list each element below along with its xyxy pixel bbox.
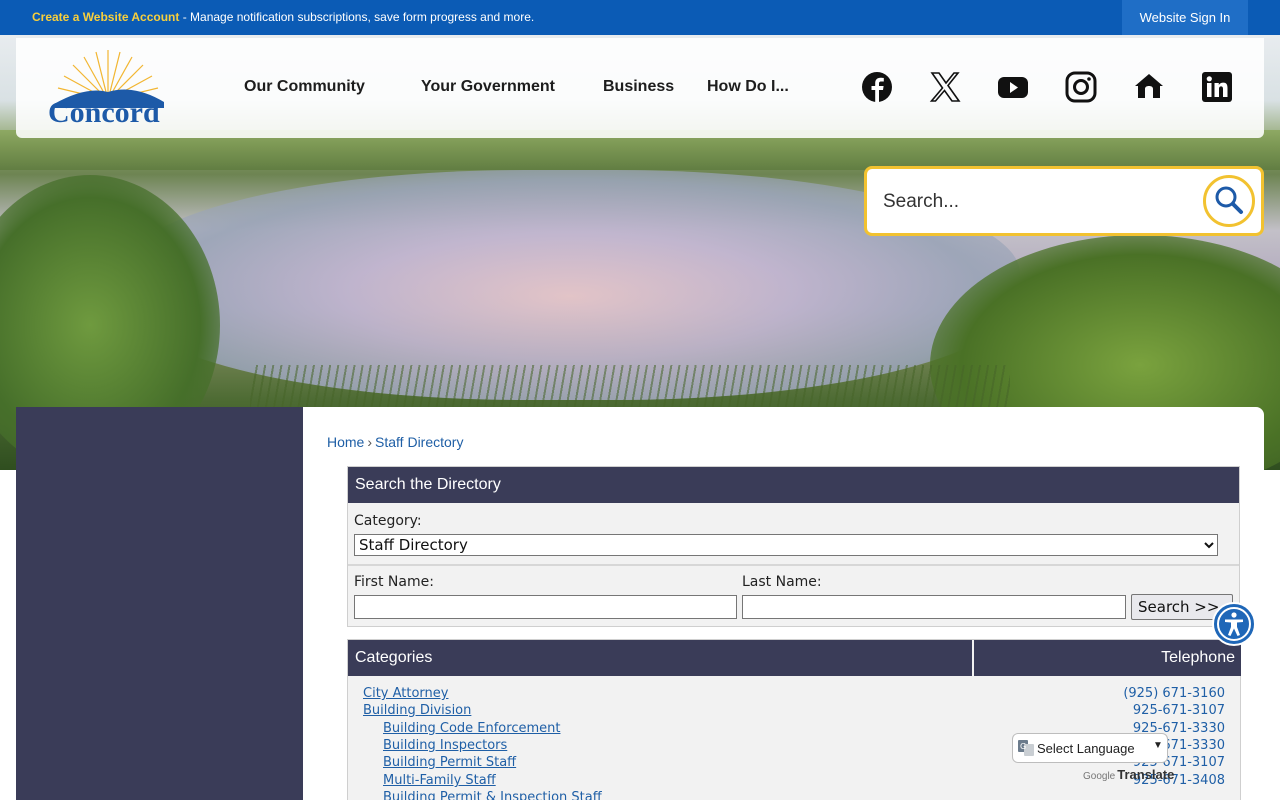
sign-in-button[interactable]: Website Sign In (1122, 0, 1248, 35)
search-button[interactable] (1203, 175, 1255, 227)
last-name-label: Last Name: (742, 574, 822, 590)
directory-divider (348, 564, 1239, 566)
search-icon (1215, 186, 1243, 214)
account-description: - Manage notification subscriptions, sav… (179, 10, 535, 24)
directory-search-panel: Search the Directory Category: Staff Dir… (347, 466, 1240, 627)
site-search (864, 166, 1264, 236)
directory-heading: Search the Directory (348, 467, 1239, 503)
category-link[interactable]: City Attorney (363, 686, 448, 703)
categories-column-header: Categories (348, 640, 972, 676)
create-account-link[interactable]: Create a Website Account (32, 10, 179, 24)
breadcrumb-current[interactable]: Staff Directory (375, 434, 463, 450)
nav-our-community[interactable]: Our Community (244, 78, 365, 96)
nav-how-do-i[interactable]: How Do I... (707, 78, 789, 96)
accessibility-icon (1217, 607, 1251, 641)
category-label: Category: (354, 513, 422, 529)
logo-wordmark: Concord (48, 96, 160, 129)
breadcrumb-separator: › (367, 434, 373, 450)
first-name-field[interactable] (354, 595, 737, 619)
concord-logo[interactable]: Concord (46, 48, 170, 132)
chevron-down-icon: ▼ (1153, 740, 1163, 751)
telephone-column-header: Telephone (974, 640, 1241, 676)
site-header: Concord Our Community Your Government Bu… (16, 38, 1264, 138)
subcategory-link[interactable]: Building Permit Staff (383, 755, 516, 772)
nav-your-government[interactable]: Your Government (421, 78, 555, 96)
category-link[interactable]: Building Division (363, 703, 471, 720)
breadcrumb-home[interactable]: Home (327, 434, 364, 450)
google-translate-icon: G (1018, 740, 1034, 756)
language-select-label: Select Language (1037, 741, 1135, 756)
nav-business[interactable]: Business (603, 78, 674, 96)
category-phone[interactable]: (925) 671-3160 (1123, 686, 1225, 703)
nextdoor-icon[interactable] (1133, 71, 1165, 103)
google-wordmark: Google (1083, 771, 1116, 782)
subcategory-link[interactable]: Multi-Family Staff (383, 773, 496, 790)
account-message: Create a Website Account - Manage notifi… (32, 10, 534, 24)
first-name-label: First Name: (354, 574, 434, 590)
linkedin-icon[interactable] (1201, 71, 1233, 103)
left-sidebar (16, 407, 303, 800)
x-twitter-icon[interactable] (929, 71, 961, 103)
language-select[interactable]: G Select Language ▼ (1012, 733, 1168, 763)
top-bar: Create a Website Account - Manage notifi… (0, 0, 1280, 35)
instagram-icon[interactable] (1065, 71, 1097, 103)
svg-text:G: G (1020, 742, 1026, 751)
subcategory-link[interactable]: Building Permit & Inspection Staff (383, 790, 602, 800)
subcategory-link[interactable]: Building Code Enforcement (383, 721, 560, 738)
breadcrumb: Home › Staff Directory (327, 434, 463, 450)
category-select[interactable]: Staff Directory (354, 534, 1218, 556)
google-translate-attribution: Google Translate (1083, 767, 1174, 782)
youtube-icon[interactable] (997, 71, 1029, 103)
translate-link[interactable]: Translate (1117, 767, 1174, 782)
last-name-field[interactable] (742, 595, 1126, 619)
accessibility-button[interactable] (1212, 602, 1256, 646)
subcategory-link[interactable]: Building Inspectors (383, 738, 507, 755)
search-input[interactable] (883, 190, 1183, 214)
facebook-icon[interactable] (861, 71, 893, 103)
category-phone[interactable]: 925-671-3107 (1133, 703, 1225, 720)
